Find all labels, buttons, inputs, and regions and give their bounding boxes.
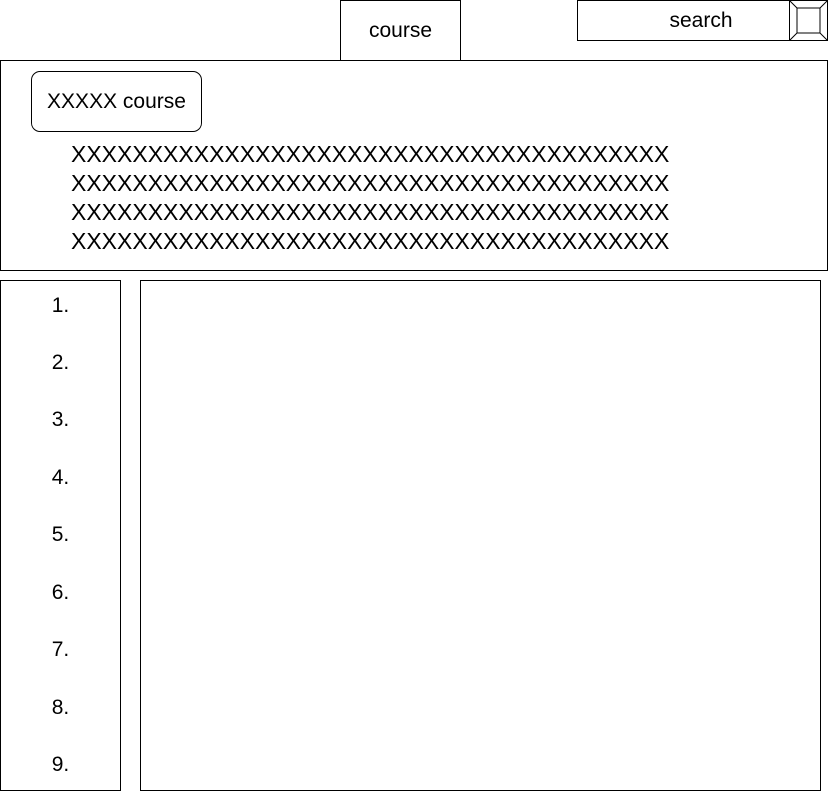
course-description-line: XXXXXXXXXXXXXXXXXXXXXXXXXXXXXXXXXXXXXXX bbox=[71, 141, 670, 167]
chapter-item-3[interactable]: 3. bbox=[1, 405, 120, 435]
chapter-item-8[interactable]: 8. bbox=[1, 693, 120, 723]
chapter-list: 1. 2. 3. 4. 5. 6. 7. 8. 9. bbox=[0, 280, 121, 791]
course-header-panel: XXXXX course XXXXXXXXXXXXXXXXXXXXXXXXXXX… bbox=[0, 60, 828, 271]
course-description-line: XXXXXXXXXXXXXXXXXXXXXXXXXXXXXXXXXXXXXXX bbox=[71, 199, 670, 225]
chapter-item-4[interactable]: 4. bbox=[1, 463, 120, 493]
course-name-button[interactable]: XXXXX course bbox=[31, 71, 202, 132]
chapter-item-7[interactable]: 7. bbox=[1, 635, 120, 665]
chapter-item-1[interactable]: 1. bbox=[1, 291, 120, 321]
chapter-item-6[interactable]: 6. bbox=[1, 578, 120, 608]
chapter-item-5[interactable]: 5. bbox=[1, 520, 120, 550]
search-input[interactable]: search bbox=[577, 0, 790, 41]
course-description-line: XXXXXXXXXXXXXXXXXXXXXXXXXXXXXXXXXXXXXXX bbox=[71, 228, 670, 254]
search-button-icon bbox=[790, 1, 827, 40]
course-description-line: XXXXXXXXXXXXXXXXXXXXXXXXXXXXXXXXXXXXXXX bbox=[71, 170, 670, 196]
search-label: search bbox=[669, 8, 733, 32]
tab-course[interactable]: course bbox=[340, 0, 461, 61]
chapter-item-2[interactable]: 2. bbox=[1, 348, 120, 378]
chapter-item-9[interactable]: 9. bbox=[1, 750, 120, 780]
content-area bbox=[140, 280, 821, 791]
course-description: XXXXXXXXXXXXXXXXXXXXXXXXXXXXXXXXXXXXXXX … bbox=[71, 140, 669, 256]
search-button[interactable] bbox=[789, 0, 828, 41]
